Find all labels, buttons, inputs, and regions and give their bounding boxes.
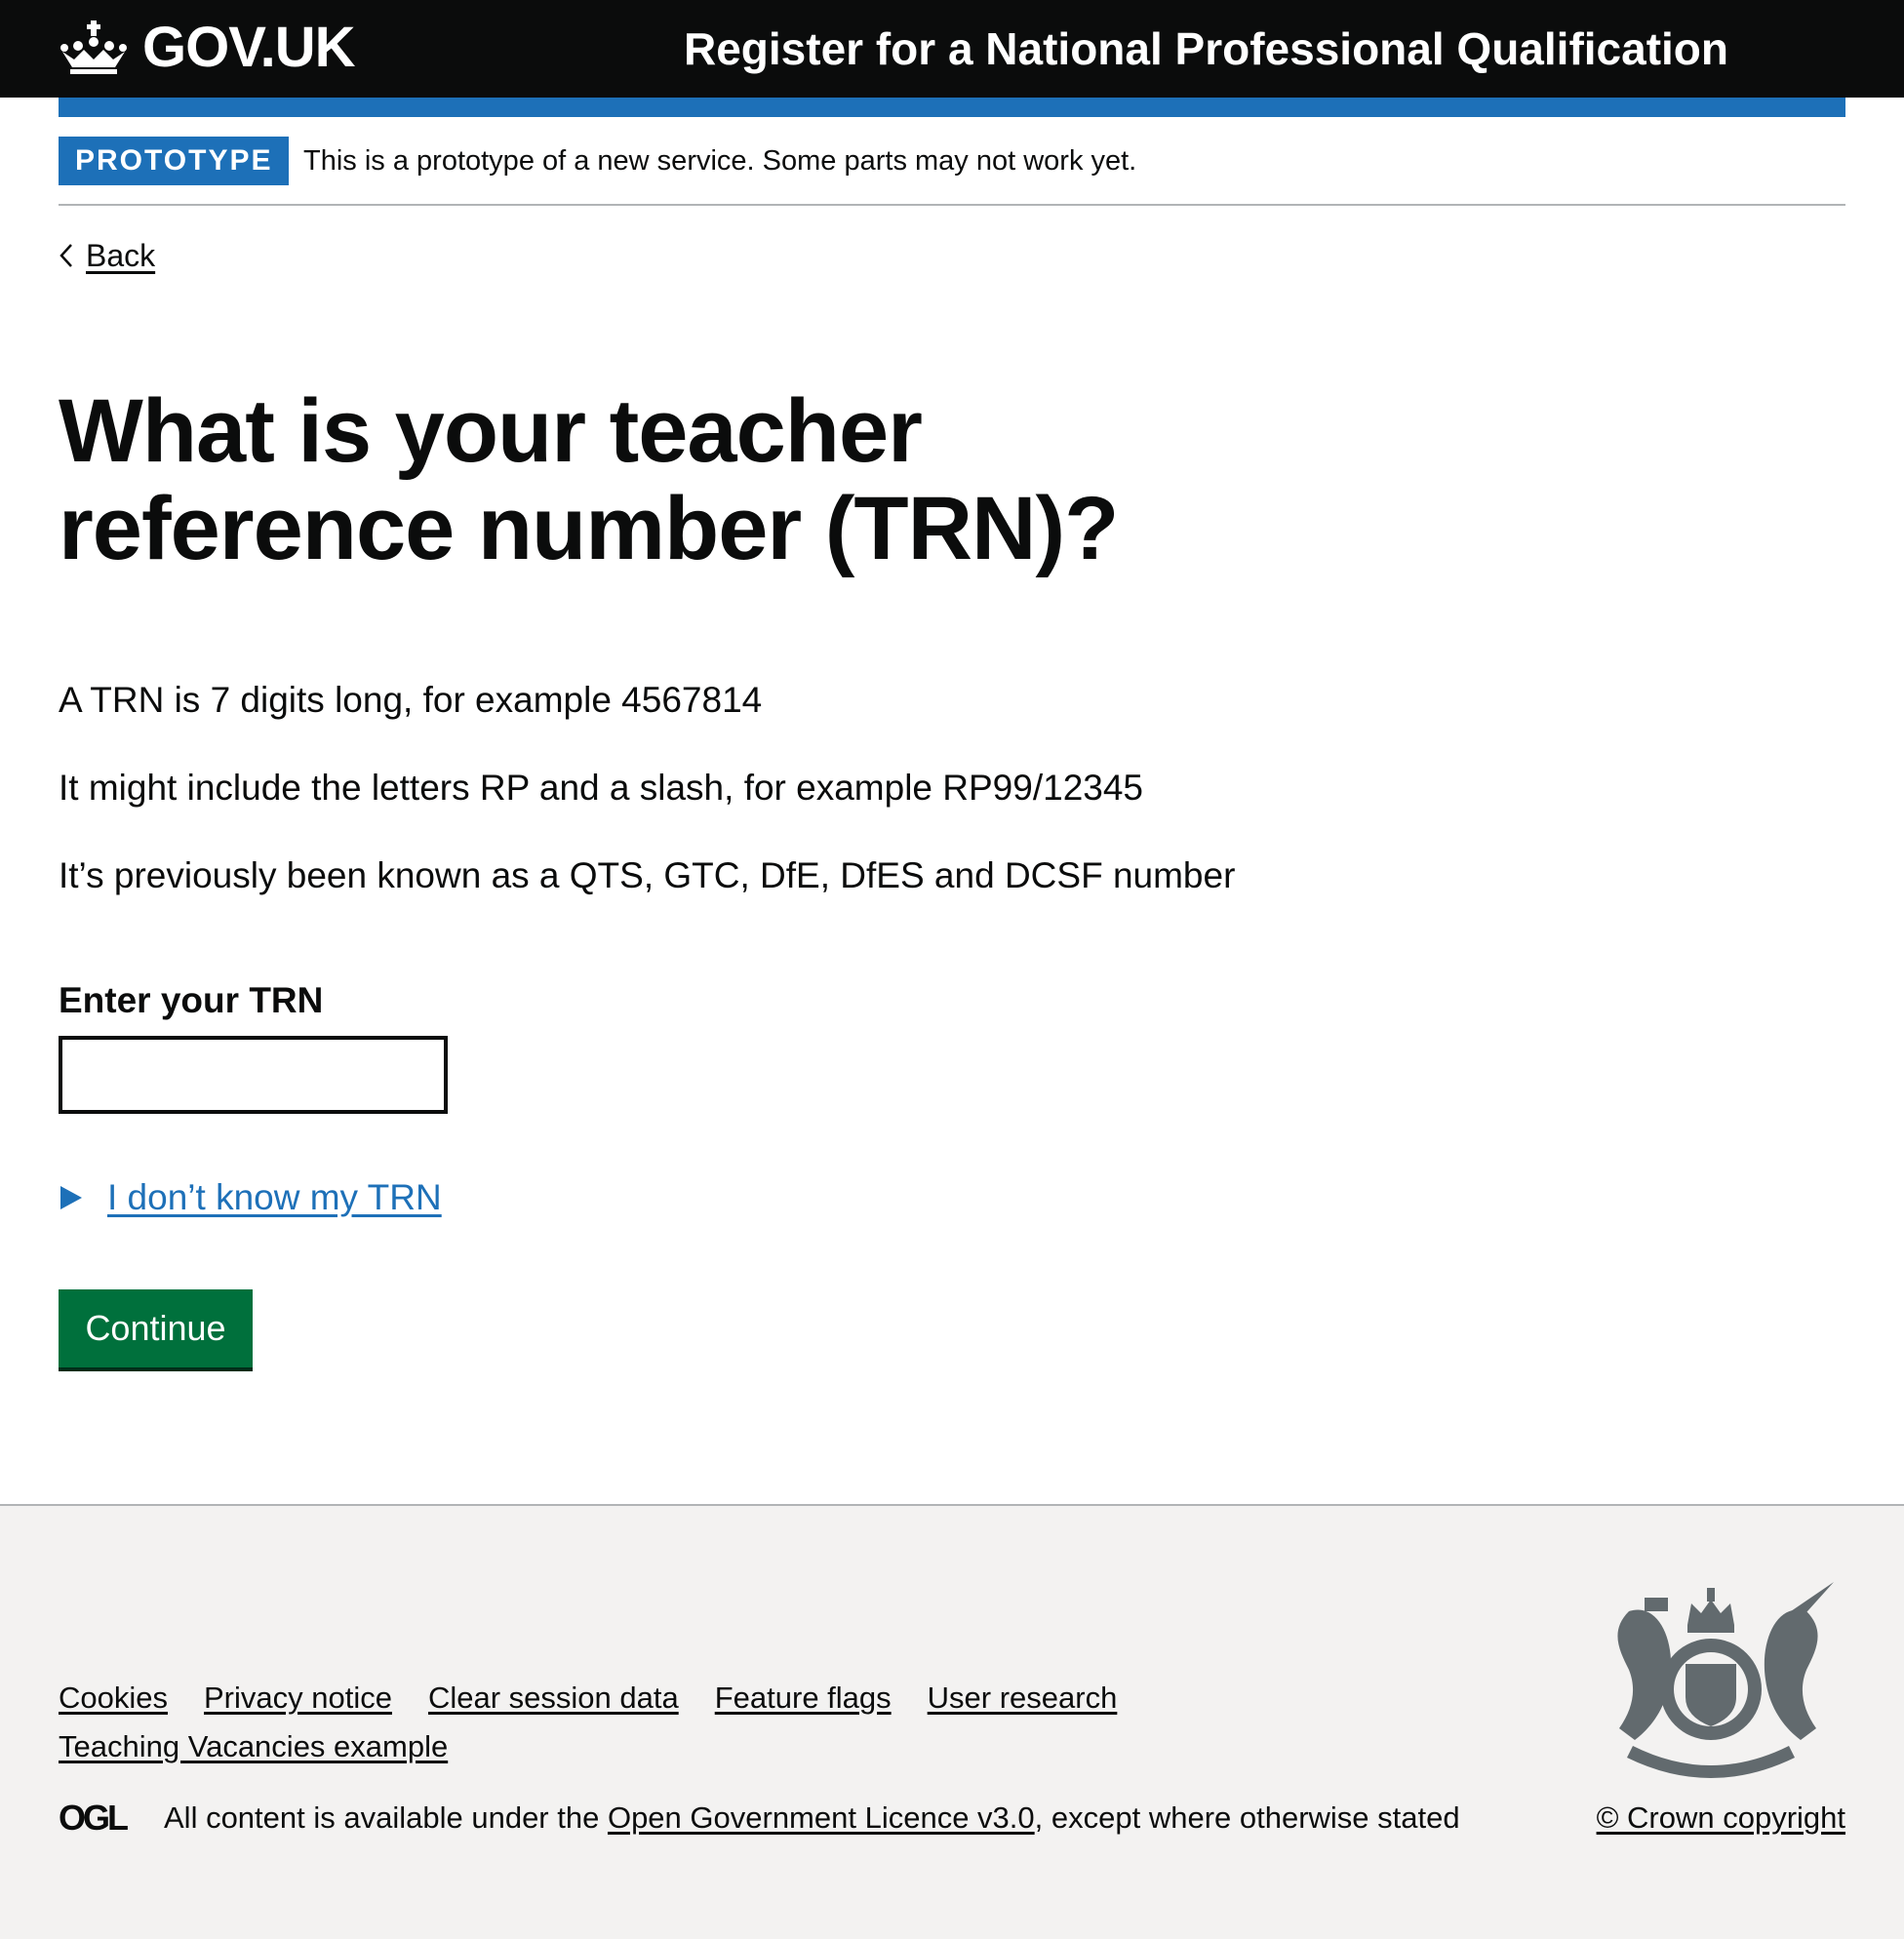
phase-tag: PROTOTYPE xyxy=(59,137,290,185)
site-header: GOV.UK Register for a National Professio… xyxy=(0,0,1904,98)
footer-link-user-research[interactable]: User research xyxy=(928,1681,1118,1716)
footer-links-row: Teaching Vacancies example xyxy=(59,1722,1180,1771)
crown-icon xyxy=(60,20,127,74)
footer-link-feature-flags[interactable]: Feature flags xyxy=(715,1681,892,1716)
trn-input[interactable] xyxy=(59,1036,448,1114)
page-title: What is your teacher reference number (T… xyxy=(59,381,1119,578)
dont-know-trn-details[interactable]: I don’t know my TRN xyxy=(59,1170,442,1225)
footer-link-clear-session-data[interactable]: Clear session data xyxy=(428,1681,679,1716)
hint-paragraph: A TRN is 7 digits long, for example 4567… xyxy=(59,680,763,720)
logo-text: GOV.UK xyxy=(142,16,355,79)
hint-paragraph: It might include the letters RP and a sl… xyxy=(59,768,1144,808)
crown-copyright-link[interactable]: © Crown copyright xyxy=(1597,1799,1845,1838)
footer-links-row: Cookies Privacy notice Clear session dat… xyxy=(59,1674,1180,1722)
phase-banner-text: This is a prototype of a new service. So… xyxy=(303,145,1137,177)
details-summary-label: I don’t know my TRN xyxy=(107,1177,442,1217)
chevron-left-icon xyxy=(60,244,72,267)
licence-prefix: All content is available under the xyxy=(164,1800,608,1835)
phase-banner: PROTOTYPE This is a prototype of a new s… xyxy=(59,137,1845,206)
site-footer: Cookies Privacy notice Clear session dat… xyxy=(0,1504,1904,1939)
licence-text: All content is available under the Open … xyxy=(164,1799,1460,1838)
licence-suffix: , except where otherwise stated xyxy=(1034,1800,1460,1835)
open-government-licence-link[interactable]: Open Government Licence v3.0 xyxy=(608,1800,1035,1835)
back-link-label: Back xyxy=(86,237,156,273)
hint-paragraph: It’s previously been known as a QTS, GTC… xyxy=(59,855,1236,895)
footer-link-cookies[interactable]: Cookies xyxy=(59,1681,168,1716)
trn-label: Enter your TRN xyxy=(59,980,324,1020)
footer-link-privacy-notice[interactable]: Privacy notice xyxy=(204,1681,392,1716)
service-name[interactable]: Register for a National Professional Qua… xyxy=(684,20,1728,77)
back-link[interactable]: Back xyxy=(59,234,155,277)
continue-button[interactable]: Continue xyxy=(59,1289,253,1367)
royal-coat-of-arms-icon xyxy=(1617,1582,1834,1778)
triangle-right-icon xyxy=(60,1186,82,1209)
ogl-icon: OGL xyxy=(59,1800,131,1834)
header-accent-bar xyxy=(59,98,1845,117)
footer-links: Cookies Privacy notice Clear session dat… xyxy=(59,1674,1180,1771)
footer-link-teaching-vacancies[interactable]: Teaching Vacancies example xyxy=(59,1729,448,1764)
govuk-logo-link[interactable]: GOV.UK xyxy=(59,16,355,79)
svg-text:OGL: OGL xyxy=(59,1800,128,1834)
